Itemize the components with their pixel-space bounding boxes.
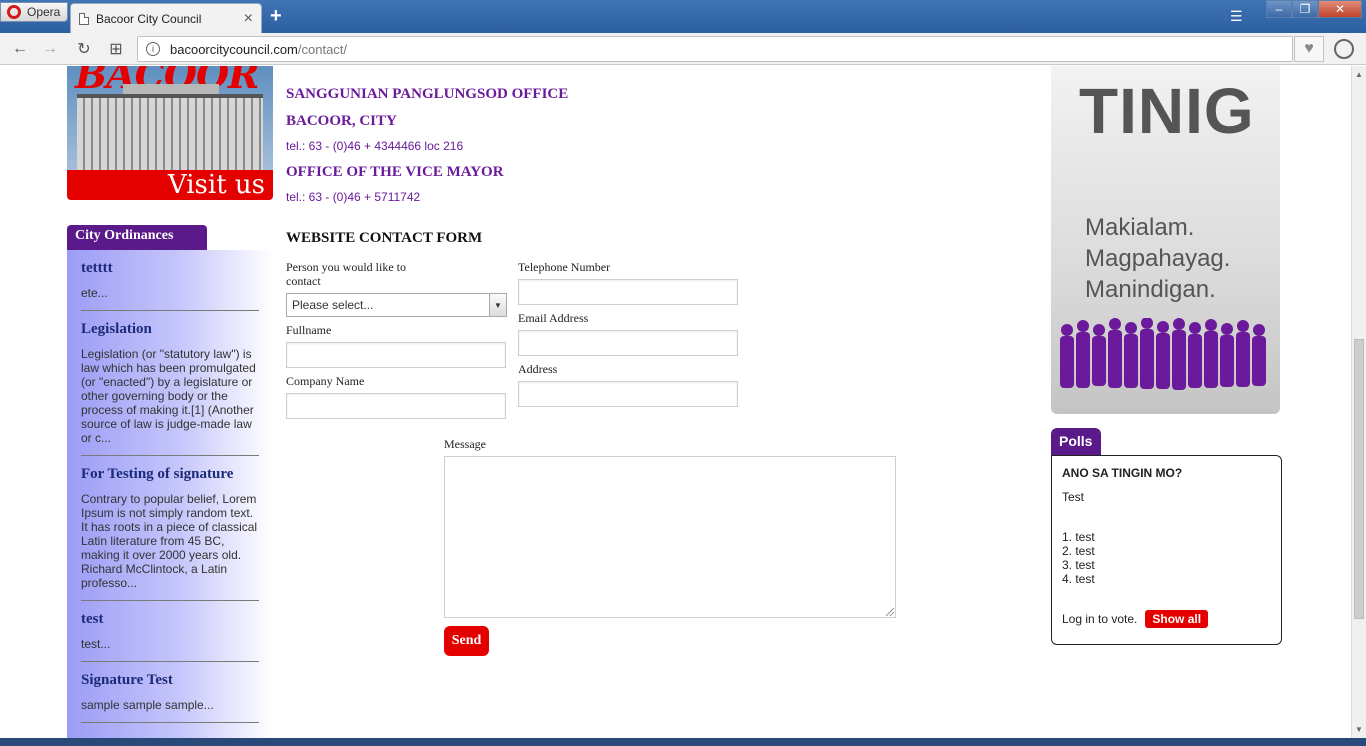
list-item: test test... <box>81 611 259 662</box>
fullname-label: Fullname <box>286 323 332 337</box>
message-textarea[interactable] <box>444 456 896 618</box>
tagline-line: Manindigan. <box>1085 276 1216 303</box>
banner-visit-text: Visit us <box>167 170 265 200</box>
show-all-button[interactable]: Show all <box>1145 610 1209 628</box>
speed-dial-grid-icon[interactable]: ⊞ <box>106 39 126 59</box>
opera-menu-button[interactable]: Opera <box>0 2 68 22</box>
tinig-tagline: Makialam. Magpahayag. Manindigan. <box>1085 212 1230 305</box>
browser-titlebar: Opera Bacoor City Council × + ☰ – ❐ ✕ <box>0 0 1366 33</box>
address-bar[interactable]: i bacoorcitycouncil.com/contact/ <box>137 36 1293 62</box>
tagline-line: Makialam. <box>1085 214 1195 241</box>
ordinance-excerpt: Legislation (or "statutory law") is law … <box>81 347 256 445</box>
window-controls: – ❐ ✕ <box>1266 0 1362 18</box>
os-taskbar <box>0 738 1366 746</box>
address-field[interactable] <box>518 381 738 407</box>
send-button[interactable]: Send <box>444 626 489 656</box>
bookmark-heart-icon[interactable]: ♥ <box>1294 36 1324 62</box>
telephone-label: Telephone Number <box>518 260 611 274</box>
tab-menu-icon[interactable]: ☰ <box>1230 8 1243 25</box>
back-arrow-icon[interactable]: ← <box>10 39 30 59</box>
maximize-icon[interactable]: ❐ <box>1292 0 1318 18</box>
company-label: Company Name <box>286 374 365 388</box>
poll-option: 2. test <box>1062 544 1095 558</box>
opera-menu-label: Opera <box>27 5 61 19</box>
user-account-icon[interactable] <box>1334 39 1354 59</box>
tinig-title: TINIG <box>1079 75 1255 147</box>
login-to-vote-link[interactable]: Log in to vote. <box>1062 612 1137 626</box>
browser-tab[interactable]: Bacoor City Council × <box>70 3 262 33</box>
vice-mayor-telephone: tel.: 63 - (0)46 + 5711742 <box>286 190 421 204</box>
message-label: Message <box>444 437 486 451</box>
tagline-line: Magpahayag. <box>1085 245 1231 272</box>
polls-box: ANO SA TINGIN MO? Test 1. test 2. test 3… <box>1051 455 1282 645</box>
url-path: /contact/ <box>297 41 348 57</box>
poll-option: 4. test <box>1062 572 1095 586</box>
scroll-thumb[interactable] <box>1354 339 1364 619</box>
city-hall-building-image <box>77 94 263 170</box>
polls-header: Polls <box>1051 428 1101 455</box>
poll-footer: Log in to vote. Show all <box>1062 610 1271 628</box>
city-ordinances-header: City Ordinances <box>67 225 207 250</box>
ordinance-excerpt: test... <box>81 637 111 651</box>
tab-title: Bacoor City Council <box>96 11 202 26</box>
site-info-icon[interactable]: i <box>146 42 160 56</box>
contact-form-title: WEBSITE CONTACT FORM <box>286 230 483 246</box>
close-window-icon[interactable]: ✕ <box>1318 0 1362 18</box>
email-field[interactable] <box>518 330 738 356</box>
chevron-down-icon[interactable]: ▼ <box>489 294 506 316</box>
scroll-down-icon[interactable]: ▼ <box>1355 725 1363 734</box>
list-item: Signature Test sample sample sample... <box>81 672 259 723</box>
visit-us-banner[interactable]: BACOOR Visit us <box>67 66 273 200</box>
telephone-field[interactable] <box>518 279 738 305</box>
address-label: Address <box>518 362 558 376</box>
office-telephone: tel.: 63 - (0)46 + 4344466 loc 216 <box>286 139 464 153</box>
tab-close-icon[interactable]: × <box>244 10 253 27</box>
browser-toolbar: ← → ↻ ⊞ i bacoorcitycouncil.com/contact/… <box>0 33 1366 65</box>
poll-option: 1. test <box>1062 530 1095 544</box>
poll-question: ANO SA TINGIN MO? <box>1062 466 1183 480</box>
person-label: Person you would like to contact <box>286 260 406 288</box>
list-item: For Testing of signature Contrary to pop… <box>81 466 259 601</box>
ordinance-excerpt: Contrary to popular belief, Lorem Ipsum … <box>81 492 258 590</box>
ordinance-excerpt: sample sample sample... <box>81 698 214 712</box>
page-viewport: BACOOR Visit us City Ordinances tetttt e… <box>0 66 1351 738</box>
office-heading: SANGGUNIAN PANGLUNGSOD OFFICE <box>286 86 569 102</box>
ordinance-title[interactable]: Legislation <box>81 321 259 338</box>
email-label: Email Address <box>518 311 589 325</box>
crowd-silhouette-icon <box>1060 318 1266 390</box>
fullname-field[interactable] <box>286 342 506 368</box>
minimize-icon[interactable]: – <box>1266 0 1292 18</box>
list-item: Legislation Legislation (or "statutory l… <box>81 321 259 456</box>
poll-options: 1. test 2. test 3. test 4. test <box>1062 530 1271 586</box>
url-text: bacoorcitycouncil.com/contact/ <box>170 42 347 57</box>
ordinance-title[interactable]: For Testing of signature <box>81 466 259 483</box>
person-select-value: Please select... <box>292 298 374 312</box>
ordinance-title[interactable]: Signature Test <box>81 672 259 689</box>
poll-subtitle: Test <box>1062 490 1085 504</box>
ordinance-excerpt: ete... <box>81 286 108 300</box>
reload-icon[interactable]: ↻ <box>74 39 94 59</box>
city-heading: BACOOR, CITY <box>286 113 397 129</box>
vertical-scrollbar[interactable]: ▲ ▼ <box>1351 66 1366 738</box>
company-field[interactable] <box>286 393 506 419</box>
ordinance-title[interactable]: tetttt <box>81 260 259 277</box>
tinig-banner[interactable]: TINIG Makialam. Magpahayag. Manindigan. <box>1051 66 1280 414</box>
ordinance-title[interactable]: test <box>81 611 259 628</box>
new-tab-button[interactable]: + <box>270 6 282 26</box>
person-select[interactable]: Please select... ▼ <box>286 293 507 317</box>
vice-mayor-heading: OFFICE OF THE VICE MAYOR <box>286 164 504 180</box>
url-host: bacoorcitycouncil.com <box>170 41 298 57</box>
resize-grip-icon[interactable] <box>886 608 894 616</box>
list-item: tetttt ete... <box>81 260 259 311</box>
forward-arrow-icon[interactable]: → <box>40 39 60 59</box>
poll-option: 3. test <box>1062 558 1095 572</box>
scroll-up-icon[interactable]: ▲ <box>1355 70 1363 79</box>
page-icon <box>79 12 89 25</box>
opera-logo-icon <box>7 5 21 19</box>
city-ordinances-list: tetttt ete... Legislation Legislation (o… <box>67 250 273 738</box>
